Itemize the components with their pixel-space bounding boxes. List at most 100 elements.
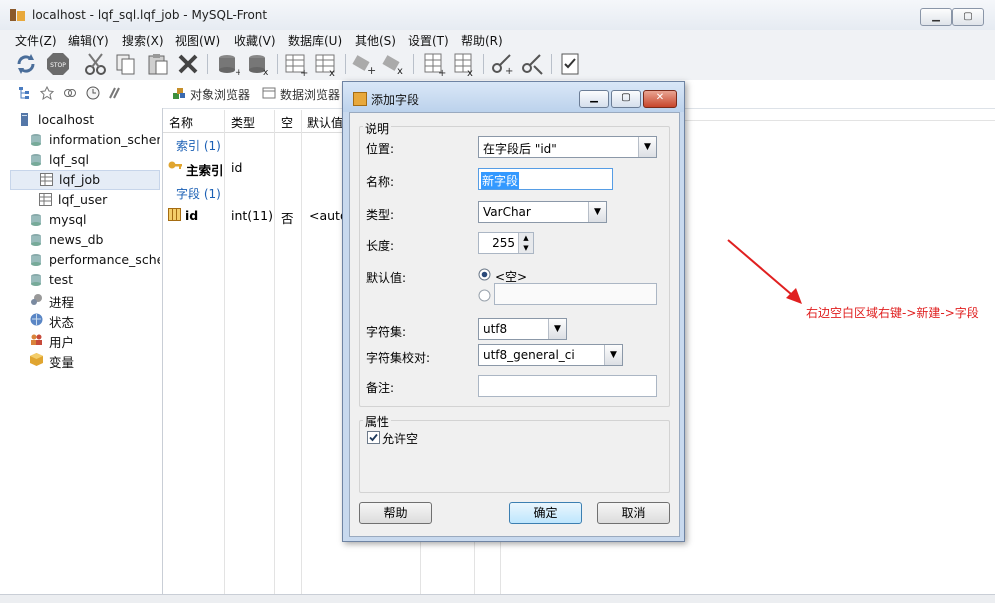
type-select[interactable]: VarChar ▼ (478, 201, 607, 223)
table-add-icon[interactable]: + (284, 52, 308, 76)
menu-file[interactable]: 文件(Z) (15, 32, 57, 49)
charset-select[interactable]: utf8 ▼ (478, 318, 567, 340)
stepper-up-icon[interactable]: ▲ (518, 233, 533, 243)
table-icon (40, 173, 53, 186)
menu-view[interactable]: 视图(W) (175, 32, 220, 49)
default-value-input[interactable] (494, 283, 657, 305)
allow-null-checkbox[interactable] (367, 431, 380, 444)
collation-select[interactable]: utf8_general_ci ▼ (478, 344, 623, 366)
field-icon (168, 208, 181, 221)
comment-input[interactable] (478, 375, 657, 397)
cancel-button[interactable]: 取消 (597, 502, 670, 524)
tree-item-processes[interactable]: 进程 (28, 291, 160, 309)
tree-item-status[interactable]: 状态 (28, 311, 160, 329)
maximize-button[interactable]: ▢ (952, 8, 984, 26)
tree-item-test[interactable]: test (28, 271, 160, 289)
primary-index-name[interactable]: 主索引 (186, 160, 224, 179)
position-select[interactable]: 在字段后 "id" ▼ (478, 136, 657, 158)
app-icon (10, 9, 25, 21)
db-drop-icon[interactable]: x (246, 52, 270, 76)
dialog-close-button[interactable]: ✕ (643, 90, 677, 108)
object-tree: localhost information_schem lqf_sql lqf_… (0, 108, 163, 594)
column-name[interactable]: 名称 (169, 114, 193, 131)
tree-item-performance-schema[interactable]: performance_scher (28, 251, 160, 269)
default-empty-radio[interactable] (478, 268, 491, 281)
menu-help[interactable]: 帮助(R) (461, 32, 503, 49)
refresh-icon[interactable] (14, 52, 38, 76)
field-type[interactable]: int(11) (231, 208, 273, 223)
index-add-icon[interactable]: + (422, 52, 446, 76)
dialog-maximize-button[interactable]: ▢ (611, 90, 641, 108)
paste-icon[interactable] (146, 52, 170, 76)
grid-divider (500, 540, 501, 594)
tree-item-lqf-user[interactable]: lqf_user (38, 191, 160, 209)
dialog-minimize-button[interactable]: ▁ (579, 90, 609, 108)
stepper-down-icon[interactable]: ▼ (518, 243, 533, 253)
cut-icon[interactable] (84, 52, 108, 76)
copy-icon[interactable] (114, 52, 138, 76)
db-icon (31, 154, 41, 166)
field-add-icon[interactable]: + (352, 52, 376, 76)
column-type[interactable]: 类型 (231, 114, 255, 131)
tree-item-news-db[interactable]: news_db (28, 231, 160, 249)
field-name[interactable]: id (185, 208, 198, 223)
script-icon[interactable] (108, 86, 122, 100)
object-browser-tab[interactable]: 对象浏览器 (190, 86, 250, 103)
tree-item-variables[interactable]: 变量 (28, 351, 160, 369)
menu-edit[interactable]: 编辑(Y) (68, 32, 109, 49)
key-add-icon[interactable]: + (490, 52, 514, 76)
menu-settings[interactable]: 设置(T) (408, 32, 449, 49)
tree-item-localhost[interactable]: localhost (16, 111, 160, 129)
link-icon[interactable] (63, 86, 77, 100)
key-drop-icon[interactable] (520, 52, 544, 76)
tree-item-lqf-sql[interactable]: lqf_sql (28, 151, 160, 169)
svg-text:+: + (505, 66, 513, 76)
field-null[interactable]: 否 (281, 208, 294, 227)
field-icon (353, 92, 367, 106)
default-label: 默认值: (366, 271, 407, 285)
title-bar: localhost - lqf_sql.lqf_job - MySQL-Fron… (0, 0, 995, 31)
chevron-down-icon: ▼ (588, 202, 606, 222)
index-group[interactable]: 索引 (1) (176, 137, 221, 154)
tree-icon[interactable] (18, 86, 32, 100)
main-toolbar: STOP + x + x + x + x + (0, 49, 995, 81)
db-add-icon[interactable]: + (216, 52, 240, 76)
menu-database[interactable]: 数据库(U) (288, 32, 342, 49)
data-browser-tab[interactable]: 数据浏览器 (280, 86, 340, 103)
tree-item-mysql[interactable]: mysql (28, 211, 160, 229)
menu-other[interactable]: 其他(S) (355, 32, 396, 49)
help-button[interactable]: 帮助 (359, 502, 432, 524)
delete-icon[interactable] (176, 52, 200, 76)
chevron-down-icon: ▼ (604, 345, 622, 365)
menu-search[interactable]: 搜索(X) (122, 32, 164, 49)
svg-text:+: + (438, 68, 446, 76)
name-input[interactable]: 新字段 (478, 168, 613, 190)
svg-text:+: + (235, 68, 240, 76)
toolbar-separator (345, 54, 346, 74)
star-icon[interactable] (40, 86, 54, 100)
field-drop-icon[interactable]: x (382, 52, 406, 76)
stop-icon[interactable]: STOP (46, 52, 70, 76)
column-default[interactable]: 默认值 (307, 114, 343, 131)
column-null[interactable]: 空 (281, 114, 293, 131)
index-drop-icon[interactable]: x (452, 52, 476, 76)
tree-item-information-schema[interactable]: information_schem (28, 131, 160, 149)
minimize-button[interactable]: ▁ (920, 8, 952, 26)
table-drop-icon[interactable]: x (314, 52, 338, 76)
description-group-title: 说明 (363, 120, 392, 137)
toolbar-separator (207, 54, 208, 74)
menu-favorites[interactable]: 收藏(V) (234, 32, 276, 49)
object-browser-icon[interactable] (172, 86, 186, 100)
length-stepper[interactable]: 255 ▲ ▼ (478, 232, 534, 254)
tree-item-users[interactable]: 用户 (28, 331, 160, 349)
data-browser-icon[interactable] (262, 86, 276, 100)
default-value-radio[interactable] (478, 289, 491, 302)
primary-index-value[interactable]: id (231, 160, 242, 175)
clock-icon[interactable] (86, 86, 100, 100)
tree-item-lqf-job[interactable]: lqf_job (10, 170, 160, 190)
ok-button[interactable]: 确定 (509, 502, 582, 524)
checklist-icon[interactable] (558, 52, 582, 76)
field-group[interactable]: 字段 (1) (176, 185, 221, 202)
type-label: 类型: (366, 208, 395, 222)
dialog-title-bar[interactable]: 添加字段 ▁ ▢ ✕ (343, 82, 684, 112)
